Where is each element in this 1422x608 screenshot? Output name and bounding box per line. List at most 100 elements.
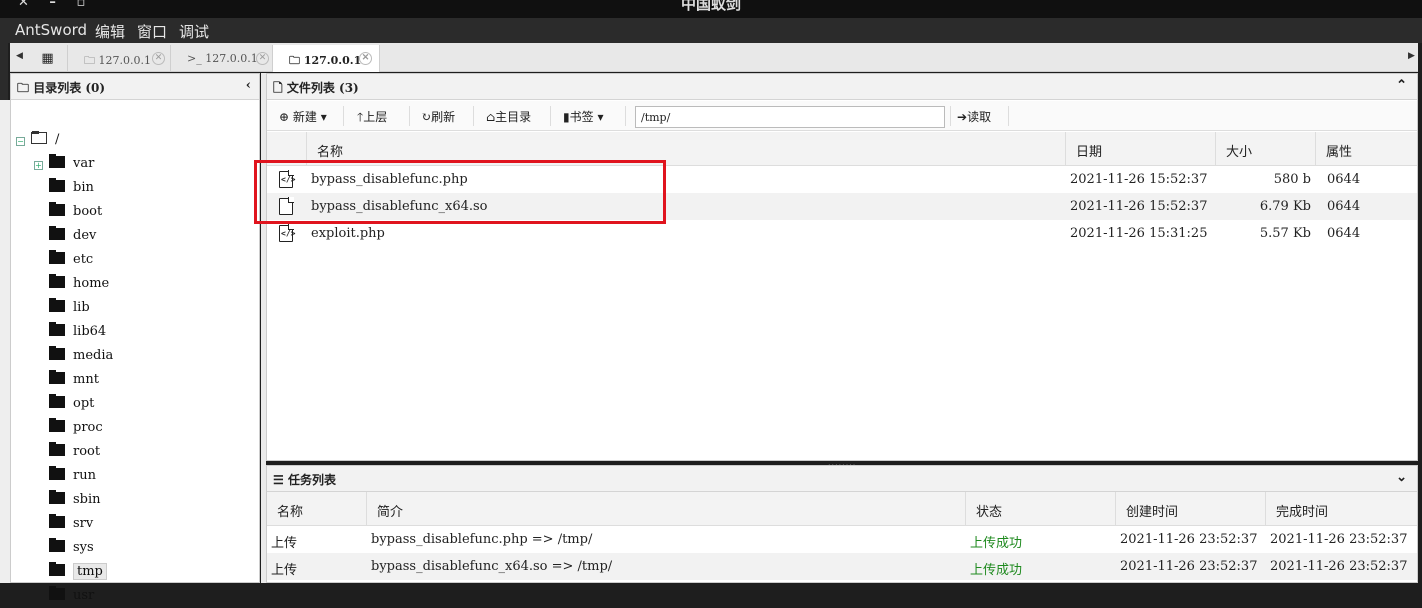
toolbar-divider xyxy=(473,106,474,126)
folder-icon xyxy=(49,586,65,600)
menu-antsword[interactable]: AntSword xyxy=(15,21,87,39)
terminal-icon: >_ xyxy=(187,52,202,65)
file-perm: 0644 xyxy=(1327,172,1361,187)
tree-node-lib64[interactable]: lib64 xyxy=(49,322,106,344)
folder-icon xyxy=(49,202,65,216)
folder-icon xyxy=(49,274,65,288)
table-row[interactable]: </> exploit.php 2021-11-26 15:31:25 5.57… xyxy=(267,220,1417,247)
collapse-left-icon[interactable]: ‹ xyxy=(246,78,251,93)
folder-icon xyxy=(49,442,65,456)
tree-node-usr[interactable]: usr xyxy=(49,586,94,608)
menu-edit[interactable]: 编辑 xyxy=(95,21,125,42)
table-row[interactable]: 上传 bypass_disablefunc_x64.so => /tmp/ 上传… xyxy=(267,553,1417,580)
file-perm: 0644 xyxy=(1327,199,1361,214)
expand-var-icon[interactable]: + xyxy=(34,161,43,170)
tree-node-proc[interactable]: proc xyxy=(49,418,103,440)
table-row[interactable]: 上传 bypass_disablefunc.php => /tmp/ 上传成功 … xyxy=(267,526,1417,553)
tab-home[interactable]: ▦ xyxy=(28,45,68,72)
tree-node-root[interactable]: / xyxy=(31,131,59,152)
grid-icon: ▦ xyxy=(41,51,54,66)
collapse-root-icon[interactable]: − xyxy=(16,137,25,146)
up-button[interactable]: 🡑上层 xyxy=(357,108,387,129)
folder-icon xyxy=(49,322,65,336)
tree-node-media[interactable]: media xyxy=(49,346,113,368)
file-panel-title: 文件列表 (3) xyxy=(286,81,359,95)
file-size: 5.57 Kb xyxy=(1259,226,1311,241)
column-perm[interactable]: 属性 xyxy=(1316,132,1417,166)
path-input[interactable] xyxy=(635,106,945,128)
column-size[interactable]: 大小 xyxy=(1216,132,1316,166)
column-task-name[interactable]: 名称 xyxy=(267,492,367,526)
folder-icon xyxy=(49,490,65,504)
tree-node-boot[interactable]: boot xyxy=(49,202,102,224)
tree-node-bin[interactable]: bin xyxy=(49,178,94,200)
file-name: exploit.php xyxy=(311,226,385,241)
folder-icon: 🗀 xyxy=(84,54,95,67)
column-task-status[interactable]: 状态 xyxy=(966,492,1116,526)
folder-icon xyxy=(49,250,65,264)
toolbar-divider xyxy=(1008,106,1009,126)
bookmark-button[interactable]: ▮书签 ▾ xyxy=(563,108,603,125)
folder-icon xyxy=(49,418,65,432)
file-date: 2021-11-26 15:52:37 xyxy=(1070,172,1208,187)
refresh-button[interactable]: ↻刷新 xyxy=(421,108,455,125)
title-bar: ✕ – ▫ 中国蚁剑 xyxy=(0,0,1422,18)
toolbar-divider xyxy=(950,106,951,126)
menu-debug[interactable]: 调试 xyxy=(179,21,209,42)
tree-node-dev[interactable]: dev xyxy=(49,226,96,248)
tree-node-sbin[interactable]: sbin xyxy=(49,490,101,512)
tab-scroll-right-icon[interactable]: ▶ xyxy=(1408,51,1415,61)
task-created: 2021-11-26 23:52:37 xyxy=(1120,532,1258,547)
file-date: 2021-11-26 15:52:37 xyxy=(1070,199,1208,214)
directory-panel-title: 目录列表 (0) xyxy=(33,81,106,95)
tree-node-sys[interactable]: sys xyxy=(49,538,94,560)
tree-node-srv[interactable]: srv xyxy=(49,514,93,536)
tree-node-run[interactable]: run xyxy=(49,466,96,488)
column-task-done[interactable]: 完成时间 xyxy=(1266,492,1417,526)
caret-down-icon: ▾ xyxy=(320,110,327,124)
tree-node-etc[interactable]: etc xyxy=(49,250,93,272)
file-panel-header: 🗋 文件列表 (3) ⌃ xyxy=(267,74,1417,100)
arrow-right-icon: ➔ xyxy=(957,110,968,124)
folder-icon: 🗀 xyxy=(17,81,30,95)
tab-files-1[interactable]: 🗀 127.0.0.1 ✕ xyxy=(68,45,171,72)
new-button[interactable]: ⊕ 新建 ▾ xyxy=(279,108,327,125)
task-table: 名称 简介 状态 创建时间 完成时间 上传 bypass_disablefunc… xyxy=(267,492,1417,580)
tab-close-icon[interactable]: ✕ xyxy=(152,52,165,65)
task-name: 上传 xyxy=(271,536,298,551)
home-button[interactable]: ⌂主目录 xyxy=(486,108,531,125)
tree-node-home[interactable]: home xyxy=(49,274,109,296)
column-task-desc[interactable]: 简介 xyxy=(367,492,966,526)
tree-node-opt[interactable]: opt xyxy=(49,394,94,416)
tab-label: 127.0.0.1 xyxy=(303,54,362,67)
file-date: 2021-11-26 15:31:25 xyxy=(1070,226,1208,241)
folder-icon xyxy=(49,538,65,552)
collapse-up-icon[interactable]: ⌃ xyxy=(1396,78,1407,93)
read-button[interactable]: ➔读取 xyxy=(957,108,991,125)
highlight-box xyxy=(254,160,666,224)
toolbar-divider xyxy=(550,106,551,126)
menu-window[interactable]: 窗口 xyxy=(137,21,167,42)
tree-node-var[interactable]: var xyxy=(49,154,94,176)
bookmark-icon: ▮ xyxy=(563,110,570,124)
tree-node-mnt[interactable]: mnt xyxy=(49,370,99,392)
tab-files-active[interactable]: 🗀 127.0.0.1 ✕ xyxy=(273,45,380,72)
tree-node-lib[interactable]: lib xyxy=(49,298,90,320)
task-status: 上传成功 xyxy=(970,536,1023,551)
folder-icon xyxy=(49,154,65,168)
tab-close-icon[interactable]: ✕ xyxy=(256,52,269,65)
tree-node-tmp[interactable]: tmp xyxy=(49,562,107,584)
tab-close-icon[interactable]: ✕ xyxy=(359,52,372,65)
toolbar-divider xyxy=(409,106,410,126)
folder-icon xyxy=(49,178,65,192)
folder-icon xyxy=(49,370,65,384)
tab-scroll-left-icon[interactable]: ◀ xyxy=(16,51,23,61)
background-window-edge xyxy=(0,100,10,583)
folder-icon xyxy=(49,466,65,480)
column-date[interactable]: 日期 xyxy=(1066,132,1216,166)
tab-terminal[interactable]: >_ 127.0.0.1 ✕ xyxy=(171,45,273,72)
column-task-created[interactable]: 创建时间 xyxy=(1116,492,1266,526)
task-desc: bypass_disablefunc_x64.so => /tmp/ xyxy=(371,559,613,574)
collapse-down-icon[interactable]: ⌄ xyxy=(1396,470,1407,485)
tree-node-root-dir[interactable]: root xyxy=(49,442,100,464)
